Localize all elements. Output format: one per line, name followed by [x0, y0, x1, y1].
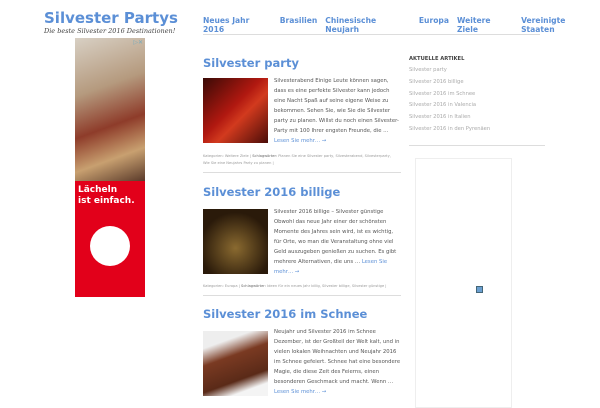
- read-more-link[interactable]: Lesen Sie mehr… →: [274, 138, 326, 144]
- ad-photo: [75, 38, 145, 181]
- ad-text: Lächeln ist einfach.: [75, 181, 145, 211]
- post-meta: Kategorien: Europa | Schlagwörter: Ideen…: [203, 284, 387, 288]
- nav-item-vereinigte-staaten[interactable]: Vereinigte Staaten: [521, 16, 600, 34]
- recent-post-link[interactable]: Silvester 2016 im Schnee: [409, 89, 545, 101]
- post-silvester-party: Silvester party Silvesterabend Einige Le…: [203, 56, 401, 173]
- post-excerpt: Silvester 2016 billige – Silvester günst…: [274, 209, 397, 265]
- post-title[interactable]: Silvester party: [203, 56, 401, 70]
- site-tagline: Die beste Silvester 2016 Destinationen!: [44, 27, 176, 35]
- broken-image-icon: [476, 286, 483, 293]
- sidebar-heading: AKTUELLE ARTIKEL: [409, 56, 465, 62]
- nav-item-europa[interactable]: Europa: [419, 16, 449, 34]
- sidebar-divider: [409, 145, 545, 146]
- right-ad-frame[interactable]: [415, 158, 512, 408]
- post-thumbnail[interactable]: [203, 331, 268, 396]
- read-more-link[interactable]: Lesen Sie mehr… →: [274, 389, 326, 395]
- nav-divider: [203, 34, 540, 35]
- nav-item-chinesische-neujahr[interactable]: Chinesische Neujarh: [325, 16, 411, 34]
- nav-item-weitere-ziele[interactable]: Weitere Ziele: [457, 16, 513, 34]
- site-title[interactable]: Silvester Partys: [44, 9, 178, 27]
- sidebar-recent-posts: AKTUELLE ARTIKEL Silvester party Silvest…: [409, 56, 545, 136]
- post-thumbnail[interactable]: [203, 209, 268, 274]
- post-silvester-2016-billige: Silvester 2016 billige Silvester 2016 bi…: [203, 185, 401, 296]
- post-thumbnail[interactable]: [203, 78, 268, 143]
- ad-choices-icon[interactable]: ▷✕: [133, 39, 143, 46]
- nav-item-brasilien[interactable]: Brasilien: [280, 16, 318, 34]
- post-title[interactable]: Silvester 2016 im Schnee: [203, 307, 401, 321]
- nav-item-neues-jahr[interactable]: Neues Jahr 2016: [203, 16, 272, 34]
- post-title[interactable]: Silvester 2016 billige: [203, 185, 401, 199]
- ad-logo: [90, 226, 130, 266]
- recent-post-link[interactable]: Silvester 2016 in Italien: [409, 112, 545, 124]
- post-silvester-2016-im-schnee: Silvester 2016 im Schnee Neujahr und Sil…: [203, 307, 401, 396]
- main-nav: Neues Jahr 2016 Brasilien Chinesische Ne…: [203, 16, 600, 34]
- recent-post-link[interactable]: Silvester 2016 in den Pyrenäen: [409, 124, 545, 136]
- recent-post-link[interactable]: Silvester 2016 in Valencia: [409, 100, 545, 112]
- post-excerpt: Neujahr und Silvester 2016 im Schnee Dez…: [274, 329, 401, 385]
- post-excerpt: Silvesterabend Einige Leute können sagen…: [274, 78, 399, 134]
- recent-post-link[interactable]: Silvester 2016 billige: [409, 77, 545, 89]
- recent-post-link[interactable]: Silvester party: [409, 65, 545, 77]
- post-meta: Kategorien: Weitere Ziele | Schlagwörter…: [203, 154, 391, 165]
- left-ad-banner[interactable]: ▷✕ Lächeln ist einfach.: [75, 38, 145, 297]
